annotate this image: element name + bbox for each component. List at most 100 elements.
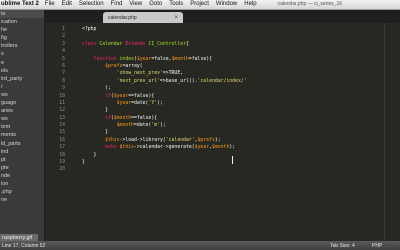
line-number: 6 bbox=[62, 63, 65, 69]
code-token: 'next_prev_url' bbox=[82, 78, 160, 84]
code-token: 'Y' bbox=[148, 100, 158, 106]
syntax-selector[interactable]: PHP bbox=[372, 243, 382, 249]
code-token: $month bbox=[171, 56, 189, 62]
line-content: <?php bbox=[82, 26, 96, 33]
menu-project[interactable]: Project bbox=[190, 0, 209, 9]
code-token: } bbox=[82, 152, 97, 158]
sidebar-item[interactable]: ws bbox=[0, 91, 44, 99]
code-token: =>base_url(). bbox=[159, 78, 198, 84]
code-token: ); bbox=[82, 86, 111, 92]
sidebar-item[interactable]: s bbox=[0, 50, 44, 58]
code-token: $year bbox=[136, 56, 152, 62]
code-line[interactable]: 2 bbox=[45, 33, 385, 40]
sidebar-item[interactable]: els bbox=[0, 67, 44, 75]
app-name-menu[interactable]: ublime Text 2 bbox=[1, 0, 39, 9]
sidebar-item[interactable]: aries bbox=[0, 107, 44, 115]
code-line[interactable]: 9 ); bbox=[45, 85, 385, 92]
line-number: 7 bbox=[62, 71, 65, 77]
code-token: 'calendar/index/' bbox=[197, 78, 247, 84]
sidebar-item[interactable]: tem bbox=[0, 123, 44, 131]
line-content: 'next_prev_url'=>base_url().'calendar/in… bbox=[82, 78, 247, 85]
tab-bar: calendar.php × bbox=[45, 10, 400, 23]
menu-help[interactable]: Help bbox=[244, 0, 256, 9]
sidebar-item[interactable]: .php bbox=[0, 188, 44, 196]
code-line[interactable]: 14 $month=date('m'); bbox=[45, 122, 385, 129]
sidebar-item[interactable]: trollers bbox=[0, 42, 44, 50]
code-token: ==false){ bbox=[128, 93, 155, 99]
sidebar-item[interactable]: guage bbox=[0, 99, 44, 107]
code-line[interactable]: 18 } bbox=[45, 152, 385, 159]
menu-tools[interactable]: Tools bbox=[169, 0, 183, 9]
sidebar-item[interactable]: e bbox=[0, 59, 44, 67]
sidebar-item[interactable]: ird_party bbox=[0, 75, 44, 83]
menu-bar: ublime Text 2 File Edit Selection Find V… bbox=[0, 0, 400, 10]
menu-find[interactable]: Find bbox=[111, 0, 123, 9]
menu-view[interactable]: View bbox=[129, 0, 142, 9]
tab-size-selector[interactable]: Tab Size: 4 bbox=[330, 243, 355, 249]
menu-file[interactable]: File bbox=[45, 0, 55, 9]
sidebar-item[interactable]: / bbox=[0, 83, 44, 91]
code-token: } bbox=[82, 130, 108, 136]
sidebar-item[interactable]: ne bbox=[0, 196, 44, 204]
line-content: if($year==false){ bbox=[82, 93, 154, 100]
code-line[interactable]: 5 function index($year=false,$month=fals… bbox=[45, 56, 385, 63]
code-token: ); bbox=[159, 123, 166, 129]
sidebar-item[interactable]: ication bbox=[0, 18, 44, 26]
sidebar-item[interactable]: ws bbox=[0, 115, 44, 123]
code-line[interactable]: 1 <?php bbox=[45, 26, 385, 33]
code-line[interactable]: 4 bbox=[45, 48, 385, 55]
sidebar-item[interactable]: nde bbox=[0, 172, 44, 180]
code-line[interactable]: 16 $this->load->library('calendar',$pref… bbox=[45, 137, 385, 144]
line-number: 11 bbox=[59, 100, 65, 106]
code-token: echo bbox=[82, 145, 120, 151]
code-line[interactable]: 6 $prefs=array( bbox=[45, 63, 385, 70]
code-line[interactable]: 19} bbox=[45, 159, 385, 166]
code-editor[interactable]: 1 <?php 2 3 class Calendar Extends CI_Contro… bbox=[45, 23, 400, 241]
code-line[interactable]: 11 $year=date('Y'); bbox=[45, 100, 385, 107]
sidebar-item[interactable]: fig bbox=[0, 34, 44, 42]
line-number: 10 bbox=[59, 93, 65, 99]
code-line[interactable]: 13 if($month==false){ bbox=[45, 115, 385, 122]
line-number: 5 bbox=[62, 56, 65, 62]
tab-calendar-php[interactable]: calendar.php × bbox=[103, 12, 183, 23]
code-token: if bbox=[82, 93, 111, 99]
code-line[interactable]: 8 'next_prev_url'=>base_url().'calendar/… bbox=[45, 78, 385, 85]
code-token: =array( bbox=[122, 63, 143, 69]
sidebar-item[interactable]: ion bbox=[0, 180, 44, 188]
code-line[interactable]: 17 echo $this->calendar->generate($year,… bbox=[45, 144, 385, 151]
menu-edit[interactable]: Edit bbox=[62, 0, 72, 9]
code-line[interactable]: 7 'show_next_prev'=>TRUE, bbox=[45, 70, 385, 77]
menu-window[interactable]: Window bbox=[216, 0, 237, 9]
menu-selection[interactable]: Selection bbox=[79, 0, 104, 9]
code-token: ==false){ bbox=[131, 115, 158, 121]
menu-goto[interactable]: Goto bbox=[149, 0, 162, 9]
sidebar-item[interactable]: ind bbox=[0, 148, 44, 156]
line-content: $prefs=array( bbox=[82, 63, 143, 70]
code-line[interactable]: 20 bbox=[45, 166, 385, 173]
sidebar-item[interactable]: ments bbox=[0, 131, 44, 139]
close-icon[interactable]: × bbox=[174, 15, 178, 21]
code-token: $month bbox=[212, 145, 230, 151]
line-number: 2 bbox=[62, 34, 65, 40]
line-content: echo $this->calendar->generate($year,$mo… bbox=[82, 144, 235, 151]
line-content: $month=date('m'); bbox=[82, 122, 166, 129]
sidebar-item[interactable]: he bbox=[0, 26, 44, 34]
code-line[interactable]: 3 class Calendar Extends CI_Controller{ bbox=[45, 41, 385, 48]
line-content: class Calendar Extends CI_Controller{ bbox=[82, 41, 189, 48]
sidebar-item[interactable]: pt bbox=[0, 156, 44, 164]
code-token: <?php bbox=[82, 27, 97, 32]
sidebar-item[interactable]: pte bbox=[0, 164, 44, 172]
code-line[interactable]: 12 } bbox=[45, 107, 385, 114]
code-area[interactable]: 1 <?php 2 3 class Calendar Extends CI_Contro… bbox=[45, 26, 385, 174]
line-content: 'show_next_prev'=>TRUE, bbox=[82, 70, 183, 77]
code-token: =false){ bbox=[188, 56, 212, 62]
line-content: $this->load->library('calendar',$prefs); bbox=[82, 137, 221, 144]
code-token: $this bbox=[119, 145, 134, 151]
code-token: ->load->library( bbox=[119, 137, 166, 143]
line-number: 16 bbox=[59, 137, 65, 143]
line-content: function index($year=false,$month=false)… bbox=[82, 56, 212, 63]
code-line[interactable]: 15 } bbox=[45, 129, 385, 136]
sidebar-item[interactable]: ts bbox=[0, 10, 44, 19]
code-line[interactable]: 10 if($year==false){ bbox=[45, 93, 385, 100]
sidebar-item[interactable]: ld_parts bbox=[0, 140, 44, 148]
